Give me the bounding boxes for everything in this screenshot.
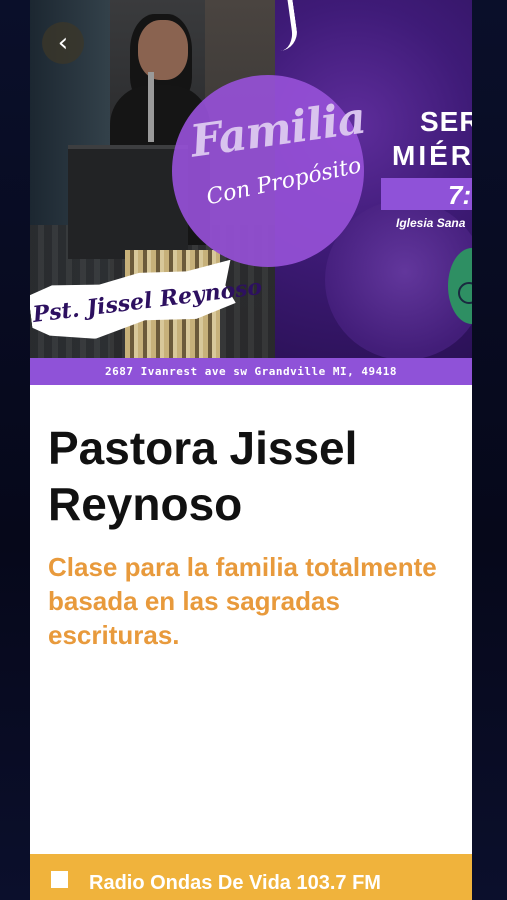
podium <box>68 145 188 259</box>
banner-address-bar: 2687 Ivanrest ave sw Grandville MI, 4941… <box>30 358 472 385</box>
program-title: Pastora Jissel Reynoso <box>48 422 358 530</box>
background-right <box>472 0 507 900</box>
station-name: Radio Ondas De Vida 103.7 FM <box>89 872 381 894</box>
banner-event-time: 7:0 <box>448 180 472 210</box>
back-button[interactable]: ‹ <box>42 22 84 64</box>
radio-player-bar[interactable]: Radio Ondas De Vida 103.7 FM <box>30 854 472 900</box>
background-left <box>0 0 30 900</box>
banner-event-line2: MIÉR <box>392 140 472 171</box>
banner-address: 2687 Ivanrest ave sw Grandville MI, 4941… <box>104 365 398 378</box>
banner-event-place: Iglesia Sana <box>396 216 466 230</box>
program-banner: Familia Con Propósito SER MIÉR 7:0 Igles… <box>30 0 472 385</box>
banner-event-line1: SER <box>420 106 472 137</box>
program-description: Clase para la familia totalmente basada … <box>48 552 437 650</box>
program-detail-card: Familia Con Propósito SER MIÉR 7:0 Igles… <box>30 0 472 900</box>
chevron-left-icon: ‹ <box>57 28 69 58</box>
microphone <box>148 72 154 142</box>
stop-icon[interactable] <box>51 871 68 888</box>
